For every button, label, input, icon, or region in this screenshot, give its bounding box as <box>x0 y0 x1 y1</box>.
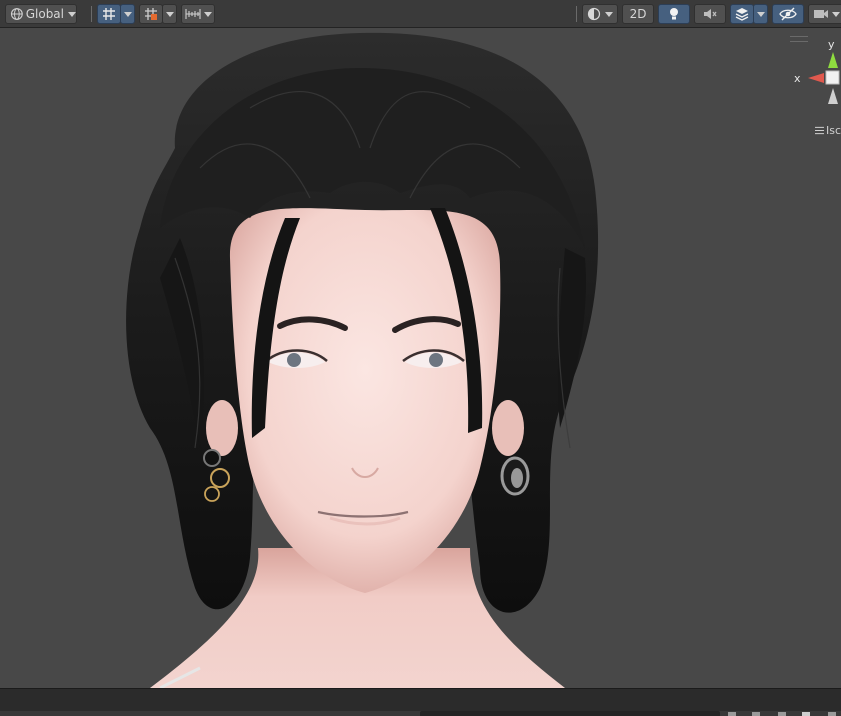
menu-lines-icon <box>815 126 824 134</box>
increment-snap-toggle[interactable] <box>139 4 163 24</box>
chevron-down-icon <box>68 11 76 17</box>
scene-visibility-icon <box>779 7 797 21</box>
unity-scene-view-window: Global 2D y x Isc <box>0 0 841 716</box>
gizmo-x-axis-cone <box>808 73 824 83</box>
pivot-rotation-label: Global <box>25 7 64 21</box>
effects-toggle[interactable] <box>730 4 754 24</box>
effects-dropdown[interactable] <box>753 4 768 24</box>
bottom-panel-icon[interactable] <box>752 712 760 716</box>
toolbar-divider <box>91 6 92 22</box>
scene-visibility-toggle[interactable] <box>772 4 804 24</box>
2d-mode-toggle[interactable]: 2D <box>622 4 654 24</box>
toolbar-divider <box>576 6 577 22</box>
gizmo-center-cube <box>825 70 840 85</box>
avatar-render <box>126 32 599 688</box>
chevron-down-icon <box>831 11 840 17</box>
2d-mode-label: 2D <box>629 7 647 21</box>
audio-toggle[interactable] <box>694 4 726 24</box>
ruler-icon <box>184 9 201 19</box>
bottom-panel-icon[interactable] <box>778 712 786 716</box>
bottom-search-field[interactable] <box>420 711 720 716</box>
grid-snap-toggle[interactable] <box>97 4 121 24</box>
projection-toggle[interactable]: Isc <box>815 122 841 138</box>
gizmo-neg-y-axis-cone <box>828 88 838 104</box>
chevron-down-icon <box>756 11 765 17</box>
left-earring-plug <box>203 449 221 467</box>
pivot-rotation-dropdown[interactable]: Global <box>5 4 77 24</box>
camera-settings-dropdown[interactable] <box>808 4 841 24</box>
effects-icon <box>735 8 749 21</box>
left-ear <box>206 400 238 456</box>
increment-snap-dropdown[interactable] <box>162 4 177 24</box>
grid-snap-dropdown[interactable] <box>120 4 135 24</box>
bottom-panel-bar <box>0 688 841 716</box>
lighting-icon <box>670 8 678 20</box>
projection-label: Isc <box>825 123 841 137</box>
chevron-down-icon <box>165 11 174 17</box>
left-iris <box>287 353 301 367</box>
audio-icon <box>704 9 717 19</box>
ruler-dropdown[interactable] <box>181 4 215 24</box>
shading-mode-dropdown[interactable] <box>582 4 618 24</box>
shading-mode-icon <box>587 7 601 21</box>
bottom-panel-icon[interactable] <box>802 712 810 716</box>
lighting-toggle[interactable] <box>658 4 690 24</box>
camera-icon <box>813 10 828 18</box>
right-ear <box>492 400 524 456</box>
gizmo-axes <box>808 52 840 104</box>
bottom-panel-icon[interactable] <box>728 712 736 716</box>
scene-toolbar: Global 2D <box>0 0 841 28</box>
bottom-panel-icon[interactable] <box>828 712 836 716</box>
right-earring-shine <box>511 468 523 488</box>
increment-snap-icon <box>145 8 157 20</box>
scene-viewport[interactable]: y x Isc <box>0 28 841 688</box>
orientation-gizmo[interactable]: y x <box>790 34 841 114</box>
chevron-down-icon <box>605 11 613 17</box>
chevron-down-icon <box>123 11 132 17</box>
gizmo-y-axis-cone <box>828 52 838 68</box>
chevron-down-icon <box>203 11 212 17</box>
right-iris <box>429 353 443 367</box>
globe-icon <box>10 8 23 20</box>
grid-snap-icon <box>103 8 115 20</box>
